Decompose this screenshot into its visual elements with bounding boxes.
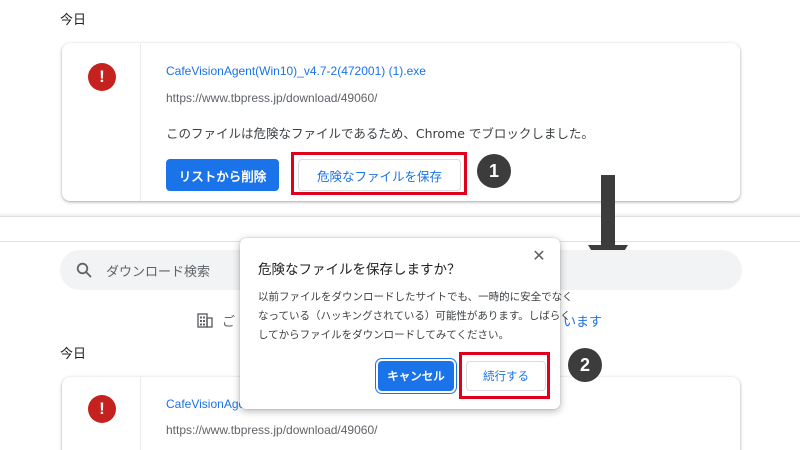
exclamation-circle-icon: !	[88, 395, 116, 423]
section-label-today-2: 今日	[60, 347, 87, 362]
download-filename-link[interactable]: CafeVisionAgent(Win10)_v4.7-2(472001) (1…	[166, 64, 426, 78]
dialog-body: 以前ファイルをダウンロードしたサイトでも、一時的に安全でなく なっている（ハッキ…	[258, 288, 573, 345]
close-icon[interactable]: ✕	[528, 244, 550, 266]
building-icon	[197, 313, 213, 328]
dialog-body-line: なっている（ハッキングされている）可能性があります。しばらく	[258, 310, 571, 322]
managed-notice-text: ご	[222, 315, 236, 330]
exclamation-circle-icon: !	[88, 63, 116, 91]
cancel-button[interactable]: キャンセル	[378, 361, 454, 391]
remove-from-list-button[interactable]: リストから削除	[166, 159, 279, 191]
download-url: https://www.tbpress.jp/download/49060/	[166, 91, 378, 105]
card-separator	[140, 377, 141, 450]
search-icon	[76, 262, 92, 278]
section-label-today: 今日	[60, 13, 87, 28]
dialog-body-line: 以前ファイルをダウンロードしたサイトでも、一時的に安全でなく	[258, 291, 573, 303]
dialog-body-line: してからファイルをダウンロードしてみてください。	[258, 329, 510, 341]
highlight-box-keep	[291, 152, 467, 195]
download-blocked-message: このファイルは危険なファイルであるため、Chrome でブロックしました。	[166, 126, 594, 141]
download-url: https://www.tbpress.jp/download/49060/	[166, 423, 378, 437]
search-placeholder: ダウンロード検索	[106, 265, 211, 280]
card-separator	[140, 43, 141, 201]
step-badge-1: 1	[477, 154, 511, 188]
step-badge-2: 2	[568, 348, 602, 382]
dialog-title: 危険なファイルを保存しますか？	[258, 262, 461, 278]
highlight-box-continue	[459, 352, 550, 399]
